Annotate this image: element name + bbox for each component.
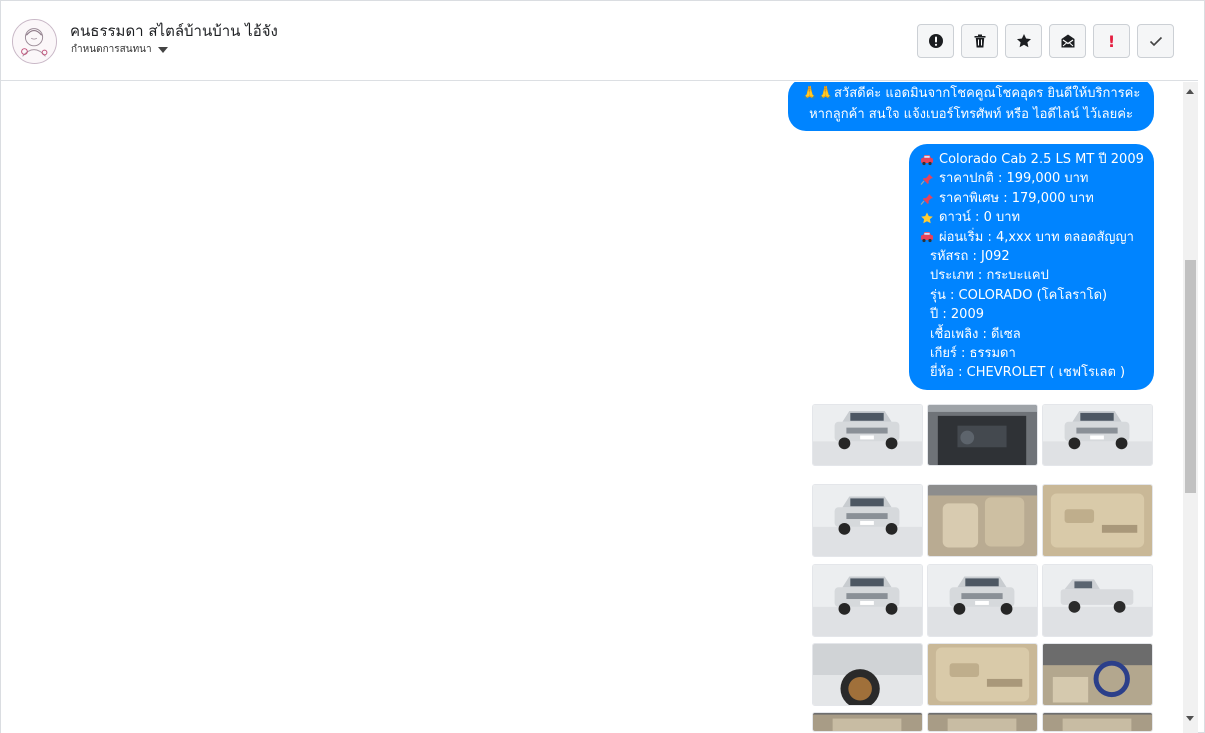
photo-thumbnail[interactable] [1042, 643, 1153, 706]
truck-front-photo [813, 485, 922, 556]
car-code: รหัสรถ : J092 [930, 249, 1010, 265]
normal-price-line: ราคาปกติ : 199,000 บาท [920, 169, 1144, 188]
car-details-message-bubble: Colorado Cab 2.5 LS MT ปี 2009 ราคาปกติ … [909, 144, 1154, 390]
wheel-closeup-photo [813, 644, 922, 705]
photo-thumbnail[interactable] [927, 643, 1038, 706]
conversation-label-dropdown[interactable]: กำหนดการสนทนา [71, 42, 168, 57]
photo-thumbnail[interactable] [812, 643, 923, 706]
conversation-header: คนธรรมดา สไตล์บ้านบ้าน ไอ้จัง กำหนดการสน… [1, 1, 1198, 81]
photo-thumbnail[interactable] [812, 404, 923, 466]
installment-line: ผ่อนเริ่ม : 4,xxx บาท ตลอดสัญญา [920, 228, 1144, 247]
mark-done-button[interactable] [1137, 24, 1174, 58]
car-title-line: Colorado Cab 2.5 LS MT ปี 2009 [920, 150, 1144, 169]
photo-thumbnail[interactable] [812, 712, 923, 732]
special-price-line: ราคาพิเศษ : 179,000 บาท [920, 189, 1144, 208]
greeting-line-1: 🙏🙏สวัสดีค่ะ แอดมินจากโชคคูณโชคอุดร ยินดี… [801, 86, 1141, 101]
trash-icon [974, 34, 985, 48]
caret-down-icon [157, 46, 168, 53]
truck-front-three-quarter-photo [1043, 405, 1152, 465]
greeting-message-bubble: 🙏🙏สวัสดีค่ะ แอดมินจากโชคคูณโชคอุดร ยินดี… [788, 82, 1154, 131]
check-icon [1149, 36, 1162, 47]
star-button[interactable] [1005, 24, 1042, 58]
scroll-thumb[interactable] [1185, 260, 1196, 493]
mark-unread-button[interactable] [1049, 24, 1086, 58]
truck-front-three-quarter-photo [928, 565, 1037, 636]
greeting-line-2: หากลูกค้า สนใจ แจ้งเบอร์โทรศัพท์ หรือ ไอ… [809, 107, 1133, 122]
interior-seats-photo [928, 485, 1037, 556]
envelope-icon [1061, 34, 1074, 48]
conversation-label-text: กำหนดการสนทนา [71, 44, 152, 55]
star-emoji-icon [921, 212, 933, 224]
star-icon [1016, 34, 1031, 48]
car-title: Colorado Cab 2.5 LS MT ปี 2009 [939, 152, 1144, 167]
photo-thumbnail[interactable] [1042, 564, 1153, 637]
contact-name: คนธรรมดา สไตล์บ้านบ้าน ไอ้จัง [70, 22, 278, 40]
photo-thumbnail[interactable] [927, 404, 1038, 466]
truck-front-three-quarter-photo [813, 405, 922, 465]
photo-thumbnail[interactable] [1042, 484, 1153, 557]
door-panel-photo [928, 644, 1037, 705]
interior-photo [1043, 713, 1152, 731]
spam-button[interactable] [917, 24, 954, 58]
scroll-up-arrow-icon[interactable] [1186, 89, 1194, 94]
scroll-down-arrow-icon[interactable] [1186, 716, 1194, 721]
truck-side-photo [1043, 565, 1152, 636]
truck-front-three-quarter-photo [813, 565, 922, 636]
car-gear: เกียร์ : ธรรมดา [930, 346, 1016, 362]
interior-photo [813, 713, 922, 731]
pushpin-emoji-icon [920, 193, 933, 205]
avatar[interactable] [12, 19, 57, 64]
dashboard-photo [1043, 644, 1152, 705]
engine-bay-photo [928, 405, 1037, 465]
message-thread[interactable]: 🙏🙏สวัสดีค่ะ แอดมินจากโชคคูณโชคอุดร ยินดี… [1, 82, 1183, 733]
door-panel-photo [1043, 485, 1152, 556]
photo-thumbnail[interactable] [1042, 404, 1153, 466]
car-year: ปี : 2009 [930, 307, 984, 323]
car-emoji-icon [921, 154, 933, 165]
interior-photo [928, 713, 1037, 731]
normal-price: ราคาปกติ : 199,000 บาท [939, 171, 1089, 187]
photo-thumbnail[interactable] [927, 484, 1038, 557]
pushpin-emoji-icon [920, 174, 933, 185]
photo-thumbnail[interactable] [812, 564, 923, 637]
conversation-toolbar: ! [917, 24, 1174, 58]
installment: ผ่อนเริ่ม : 4,xxx บาท ตลอดสัญญา [939, 229, 1134, 245]
down-payment-line: ดาวน์ : 0 บาท [920, 208, 1144, 227]
photo-thumbnail[interactable] [812, 484, 923, 557]
special-price: ราคาพิเศษ : 179,000 บาท [939, 190, 1094, 206]
delete-button[interactable] [961, 24, 998, 58]
follow-up-button[interactable]: ! [1093, 24, 1130, 58]
down-payment: ดาวน์ : 0 บาท [939, 210, 1021, 226]
alert-circle-icon [928, 34, 943, 48]
car-brand: ยี่ห้อ : CHEVROLET ( เชฟโรเลต ) [930, 365, 1126, 381]
car-type: ประเภท : กระบะแคป [930, 268, 1049, 284]
inbox-window: คนธรรมดา สไตล์บ้านบ้าน ไอ้จัง กำหนดการสน… [0, 0, 1205, 733]
photo-thumbnail[interactable] [927, 564, 1038, 637]
photo-thumbnail[interactable] [1042, 712, 1153, 732]
exclamation-icon: ! [1107, 31, 1116, 51]
car-fuel: เชื้อเพลิง : ดีเซล [930, 326, 1021, 342]
photo-thumbnail[interactable] [927, 712, 1038, 732]
thread-scrollbar[interactable] [1183, 82, 1198, 733]
car-emoji-icon [921, 232, 933, 243]
car-model: รุ่น : COLORADO (โคโลราโด) [930, 287, 1108, 303]
avatar-sketch-image [13, 20, 56, 63]
